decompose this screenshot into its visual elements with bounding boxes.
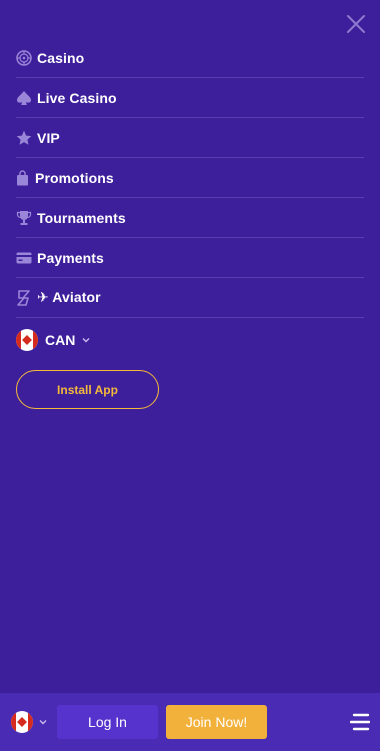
menu-item-live-casino[interactable]: Live Casino [16,78,364,118]
menu-item-label: Payments [37,249,104,266]
gift-bag-icon [16,169,29,186]
close-icon[interactable] [346,14,366,34]
canada-flag-icon [16,329,38,351]
join-now-button[interactable]: Join Now! [166,705,267,739]
trophy-icon [16,210,32,226]
roulette-icon [16,49,32,66]
menu-item-label: VIP [37,129,60,146]
chevron-down-icon [39,720,47,725]
chevron-down-icon [82,338,90,343]
menu-item-aviator[interactable]: ✈ Aviator [16,278,364,318]
menu-item-label: Tournaments [37,209,126,226]
bottom-bar: Log In Join Now! [0,693,380,751]
menu-item-label: Promotions [35,169,114,186]
country-code: CAN [45,332,76,348]
menu-item-vip[interactable]: VIP [16,118,364,158]
menu-item-promotions[interactable]: Promotions [16,158,364,198]
login-button[interactable]: Log In [57,705,158,739]
menu-item-casino[interactable]: Casino [16,38,364,78]
menu-icon[interactable] [350,713,370,731]
spade-icon [16,90,32,106]
canada-flag-icon [11,711,33,733]
install-app-button[interactable]: Install App [16,370,159,409]
aviator-icon [16,289,32,306]
country-selector[interactable]: CAN [16,318,364,362]
menu-item-label: Live Casino [37,89,117,106]
menu-item-payments[interactable]: Payments [16,238,364,278]
menu-item-label: Casino [37,49,85,66]
bottom-country-selector[interactable] [11,711,48,733]
star-icon [16,130,32,146]
credit-card-icon [16,250,32,266]
menu-item-label: ✈ Aviator [37,289,101,305]
menu-item-tournaments[interactable]: Tournaments [16,198,364,238]
side-menu: Casino Live Casino VIP Promotions Tourna… [16,38,364,362]
